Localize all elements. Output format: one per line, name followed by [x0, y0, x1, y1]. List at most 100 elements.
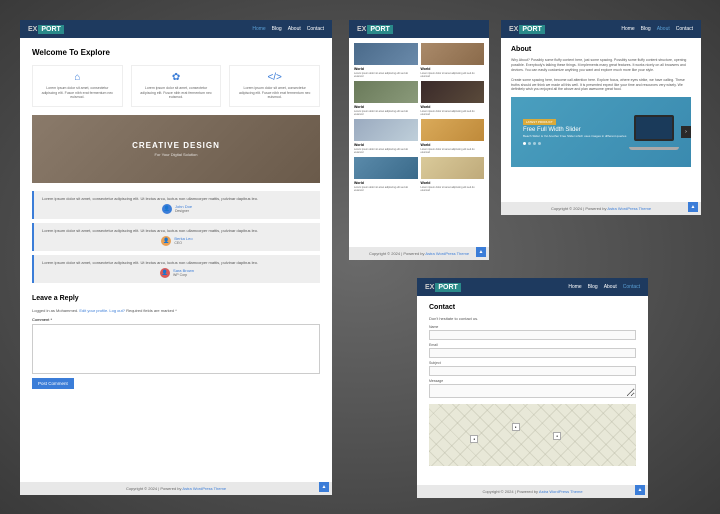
- scroll-top-button[interactable]: ▲: [476, 247, 486, 257]
- hero-title: CREATIVE DESIGN: [132, 141, 220, 150]
- logo[interactable]: EXPORT: [425, 283, 461, 292]
- nav-home[interactable]: Home: [568, 284, 581, 290]
- footer-link[interactable]: Astra WordPress Theme: [607, 206, 651, 211]
- footer-link[interactable]: Astra WordPress Theme: [539, 489, 583, 494]
- testimonial: Lorem ipsum dolor sit amet, consectetur …: [32, 223, 320, 251]
- feature-card: </> Lorem ipsum dolor sit amet, consecte…: [229, 65, 320, 107]
- nav-home[interactable]: Home: [621, 26, 634, 32]
- avatar-icon: 👤: [162, 204, 172, 214]
- form-row: Email: [429, 343, 636, 358]
- blog-card[interactable]: WorldLorem ipsum dolor sit amet adipisci…: [354, 81, 418, 116]
- logo[interactable]: EXPORT: [357, 25, 393, 34]
- testimonial-author: 👤 John DoeDesigner: [42, 204, 312, 214]
- slider-dot[interactable]: [523, 142, 526, 145]
- avatar-icon: 👤: [161, 236, 171, 246]
- logo-text-ex: EX: [28, 26, 37, 33]
- card-text: Lorem ipsum dolor sit amet adipiscing el…: [421, 110, 485, 116]
- nav-contact[interactable]: Contact: [676, 26, 693, 32]
- blog-card[interactable]: WorldLorem ipsum dolor sit amet adipisci…: [354, 119, 418, 154]
- card-title: World: [421, 105, 485, 109]
- email-input[interactable]: [429, 348, 636, 358]
- blog-card[interactable]: WorldLorem ipsum dolor sit amet adipisci…: [421, 157, 485, 192]
- subject-label: Subject: [429, 361, 636, 365]
- logo[interactable]: EXPORT: [509, 25, 545, 34]
- author-role: Designer: [175, 209, 192, 213]
- card-title: World: [421, 181, 485, 185]
- blog-card[interactable]: WorldLorem ipsum dolor sit amet adipisci…: [421, 119, 485, 154]
- gear-icon: ✿: [138, 72, 215, 83]
- nav-about[interactable]: About: [657, 26, 670, 32]
- nav-blog[interactable]: Blog: [588, 284, 598, 290]
- blog-card[interactable]: WorldLorem ipsum dolor sit amet adipisci…: [354, 43, 418, 78]
- header: EX PORT Home Blog About Contact: [20, 20, 332, 38]
- hero-banner: CREATIVE DESIGN For Your Digital Solutio…: [32, 115, 320, 183]
- testimonial-author: 👤 Sara BrownWP Corp: [42, 268, 312, 278]
- nav-about[interactable]: About: [288, 26, 301, 32]
- card-text: Lorem ipsum dolor sit amet adipiscing el…: [354, 148, 418, 154]
- reply-title: Leave a Reply: [32, 295, 320, 302]
- page-title: Welcome To Explore: [32, 48, 320, 57]
- nav-contact[interactable]: Contact: [623, 284, 640, 290]
- feature-card: ✿ Lorem ipsum dolor sit amet, consectetu…: [131, 65, 222, 107]
- hero-subtitle: For Your Digital Solution: [155, 152, 198, 157]
- blog-card[interactable]: WorldLorem ipsum dolor sit amet adipisci…: [421, 43, 485, 78]
- reply-section: Leave a Reply Logged in as Mohammed. Edi…: [32, 295, 320, 389]
- scroll-top-button[interactable]: ▲: [635, 485, 645, 495]
- card-image: [354, 157, 418, 179]
- footer-link[interactable]: Astra WordPress Theme: [425, 251, 469, 256]
- card-title: World: [421, 143, 485, 147]
- name-label: Name: [429, 325, 636, 329]
- home-icon: ⌂: [39, 72, 116, 83]
- testimonial-text: Lorem ipsum dolor sit amet, consectetur …: [42, 260, 312, 265]
- message-textarea[interactable]: [429, 384, 636, 398]
- blog-card[interactable]: WorldLorem ipsum dolor sit amet adipisci…: [421, 81, 485, 116]
- scroll-top-button[interactable]: ▲: [688, 202, 698, 212]
- name-input[interactable]: [429, 330, 636, 340]
- post-comment-button[interactable]: Post Comment: [32, 378, 74, 389]
- nav-contact[interactable]: Contact: [307, 26, 324, 32]
- blog-grid: WorldLorem ipsum dolor sit amet adipisci…: [349, 38, 489, 197]
- card-title: World: [421, 67, 485, 71]
- contact-content: Contact Don't hesitate to contact us. Na…: [417, 296, 648, 474]
- logo-text-port: PORT: [38, 25, 63, 34]
- map[interactable]: ● ● ●: [429, 404, 636, 466]
- blog-screenshot: EXPORT WorldLorem ipsum dolor sit amet a…: [349, 20, 489, 260]
- nav-about[interactable]: About: [604, 284, 617, 290]
- feature-card: ⌂ Lorem ipsum dolor sit amet, consectetu…: [32, 65, 123, 107]
- footer: Copyright © 2024 | Powered by Astra Word…: [501, 202, 701, 215]
- logo[interactable]: EX PORT: [28, 25, 64, 34]
- card-title: World: [354, 105, 418, 109]
- blog-card[interactable]: WorldLorem ipsum dolor sit amet adipisci…: [354, 157, 418, 192]
- slider-dot[interactable]: [528, 142, 531, 145]
- map-marker: ●: [512, 423, 520, 431]
- footer-link[interactable]: Astra WordPress Theme: [182, 486, 226, 491]
- home-screenshot: EX PORT Home Blog About Contact Welcome …: [20, 20, 332, 495]
- slider-dot[interactable]: [538, 142, 541, 145]
- card-text: Lorem ipsum dolor sit amet adipiscing el…: [421, 72, 485, 78]
- slider-banner: LATEST PRODUCT Free Full Width Slider Be…: [511, 97, 691, 167]
- nav-home[interactable]: Home: [252, 26, 265, 32]
- slider-dot[interactable]: [533, 142, 536, 145]
- testimonial: Lorem ipsum dolor sit amet, consectetur …: [32, 191, 320, 219]
- slider-dots: [523, 142, 629, 145]
- footer: Copyright © 2024 | Powered by Astra Word…: [417, 485, 648, 498]
- form-row: Subject: [429, 361, 636, 376]
- contact-title: Contact: [429, 304, 636, 311]
- edit-profile-link[interactable]: Edit your profile. Log out?: [79, 308, 125, 313]
- comment-label: Comment *: [32, 317, 320, 322]
- code-icon: </>: [236, 72, 313, 83]
- header: EXPORT Home Blog About Contact: [417, 278, 648, 296]
- card-text: Lorem ipsum dolor sit amet adipiscing el…: [354, 110, 418, 116]
- nav-blog[interactable]: Blog: [272, 26, 282, 32]
- slider-next-button[interactable]: ›: [681, 126, 691, 138]
- slider-badge: LATEST PRODUCT: [523, 119, 556, 125]
- reply-meta-text: Logged in as Mohammed.: [32, 308, 79, 313]
- comment-textarea[interactable]: [32, 324, 320, 374]
- subject-input[interactable]: [429, 366, 636, 376]
- card-title: World: [354, 181, 418, 185]
- testimonial-author: 👤 Berka LeoCEO: [42, 236, 312, 246]
- testimonial-text: Lorem ipsum dolor sit amet, consectetur …: [42, 196, 312, 201]
- nav-blog[interactable]: Blog: [641, 26, 651, 32]
- header: EXPORT: [349, 20, 489, 38]
- scroll-top-button[interactable]: ▲: [319, 482, 329, 492]
